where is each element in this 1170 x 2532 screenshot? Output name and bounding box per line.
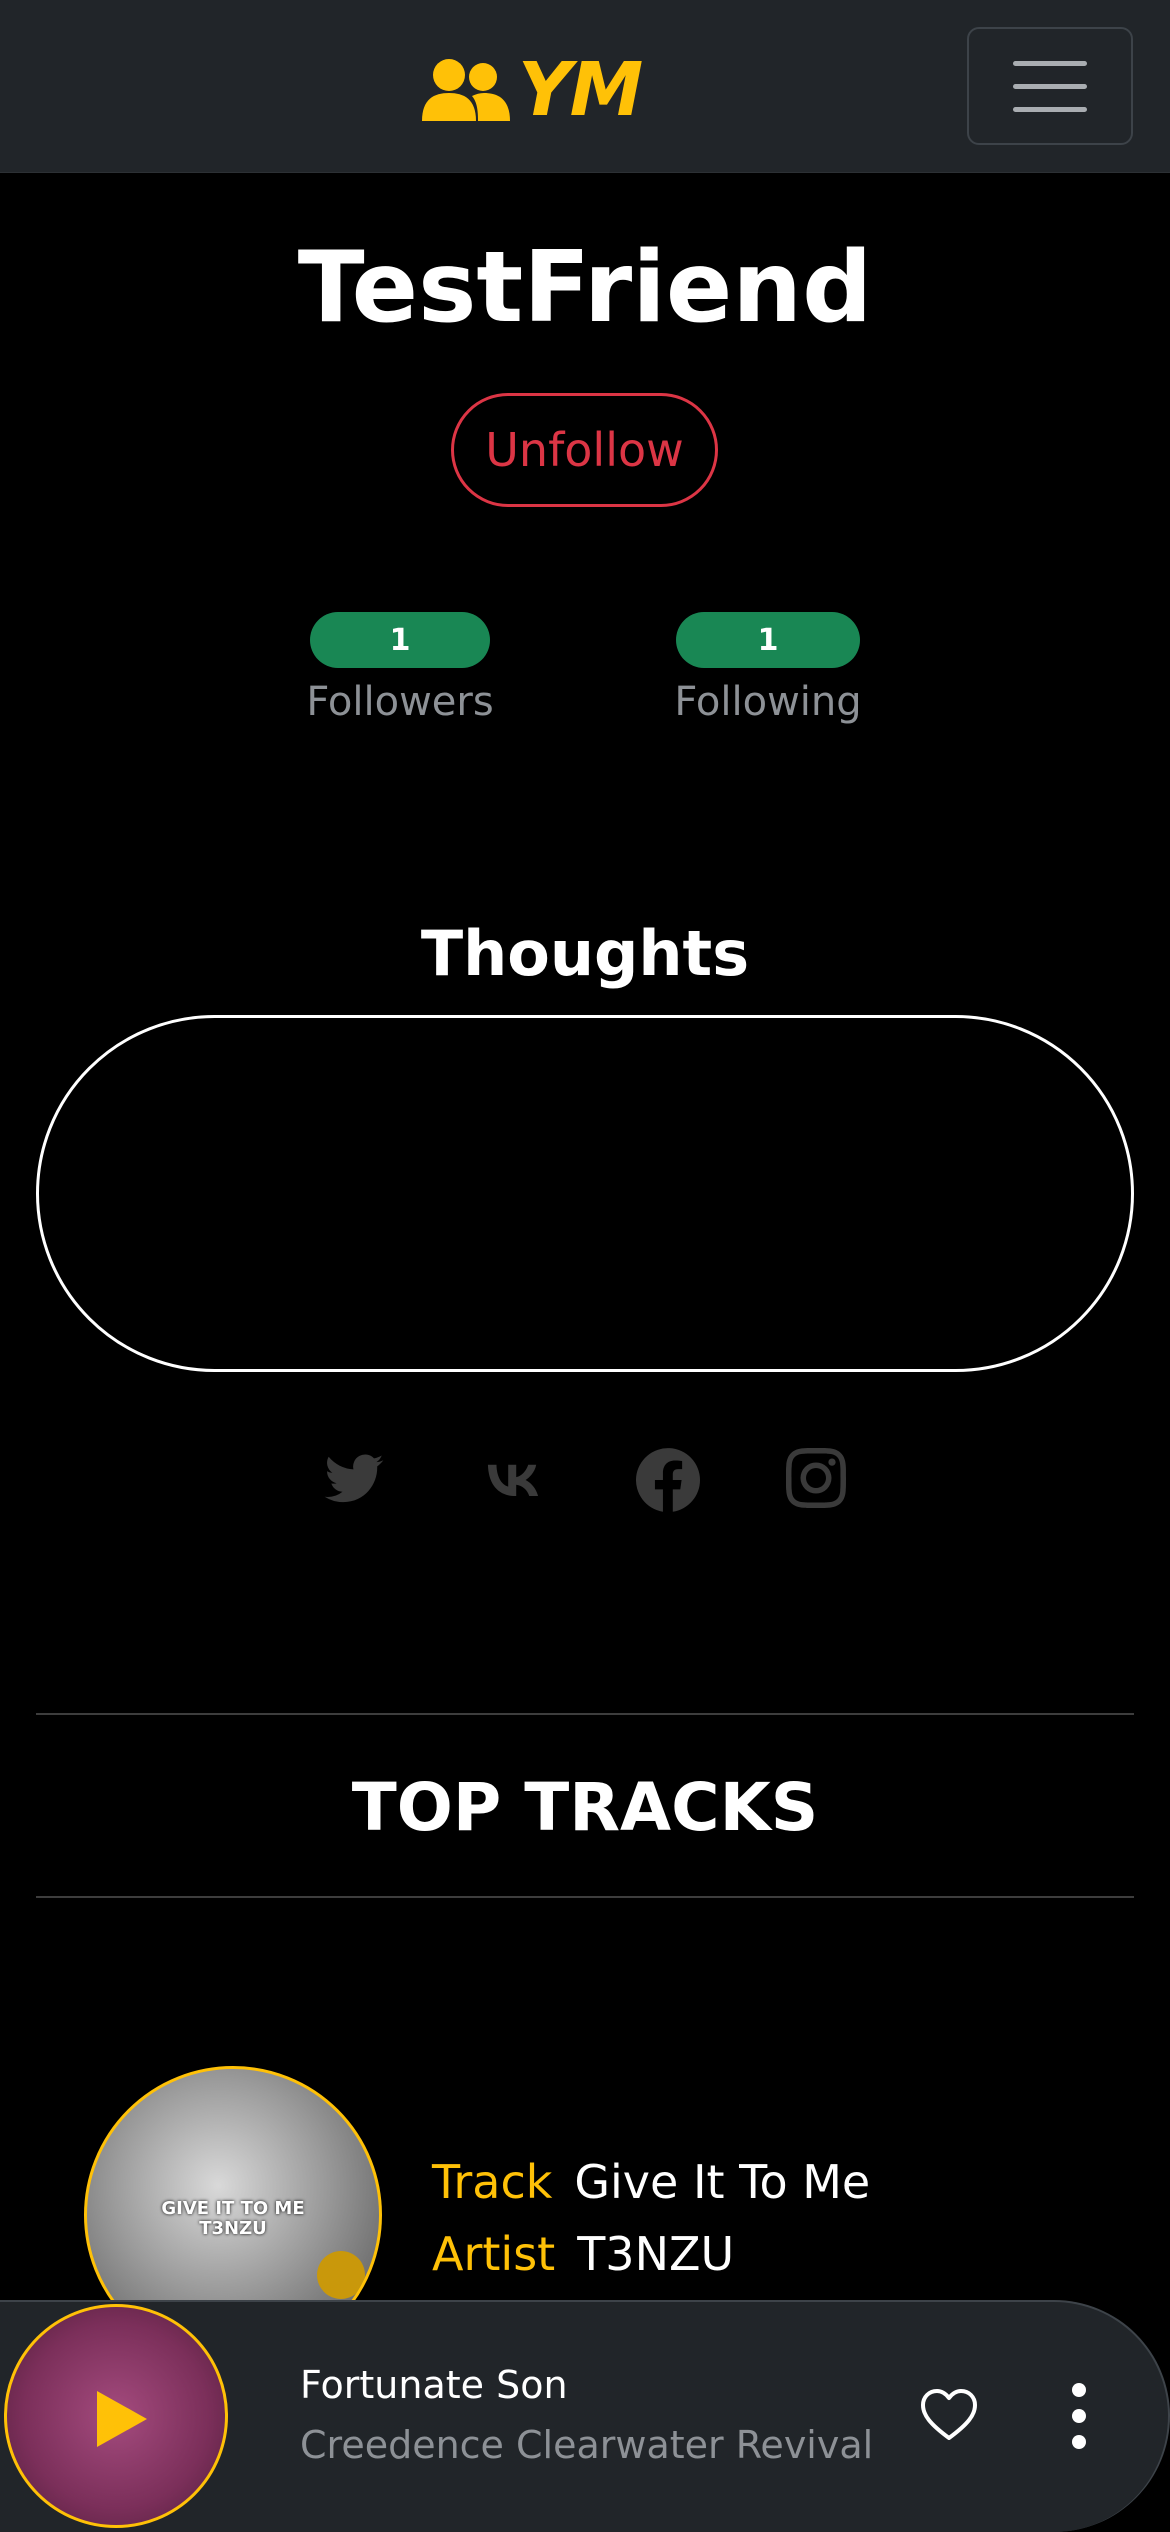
- followers-label: Followers: [306, 679, 494, 725]
- thoughts-title: Thoughts: [420, 917, 750, 990]
- play-icon[interactable]: [91, 2387, 151, 2451]
- track-name: Give It To Me: [574, 2155, 871, 2209]
- top-tracks-title: TOP TRACKS: [351, 1769, 819, 1846]
- more-vertical-icon[interactable]: [1064, 2380, 1094, 2452]
- users-icon: [422, 59, 510, 121]
- heart-icon[interactable]: [920, 2388, 978, 2442]
- following-count-badge: 1: [676, 612, 860, 668]
- track-name-row: Track Give It To Me: [432, 2152, 870, 2212]
- brand-text: YM: [518, 47, 643, 133]
- brand-logo[interactable]: YM: [420, 47, 643, 133]
- twitter-icon[interactable]: [322, 1448, 386, 1512]
- followers-stat[interactable]: 1 Followers: [300, 612, 500, 728]
- following-label: Following: [674, 679, 862, 725]
- vk-icon[interactable]: [478, 1448, 548, 1512]
- play-indicator[interactable]: [317, 2251, 365, 2299]
- facebook-icon[interactable]: [636, 1448, 701, 1512]
- profile-username: TestFriend: [297, 231, 873, 345]
- now-playing-artist: Creedence Clearwater Revival: [300, 2423, 874, 2467]
- divider-top: [36, 1713, 1134, 1715]
- artist-name: T3NZU: [577, 2227, 735, 2281]
- instagram-icon[interactable]: [786, 1448, 846, 1512]
- artist-name-row: Artist T3NZU: [432, 2224, 734, 2284]
- navbar: YM: [0, 0, 1170, 173]
- hamburger-menu-icon[interactable]: [967, 27, 1133, 145]
- now-playing-title: Fortunate Son: [300, 2363, 568, 2407]
- followers-count-badge: 1: [310, 612, 490, 668]
- unfollow-button[interactable]: Unfollow: [451, 393, 718, 507]
- following-stat[interactable]: 1 Following: [665, 612, 871, 728]
- track-key: Track: [432, 2155, 553, 2209]
- artist-key: Artist: [432, 2227, 556, 2281]
- cover-title: GIVE IT TO ME T3NZU: [161, 2198, 305, 2239]
- thoughts-box: [36, 1015, 1134, 1372]
- social-links: [0, 1448, 1170, 1518]
- now-playing-cover[interactable]: [4, 2304, 228, 2528]
- divider-bottom: [36, 1896, 1134, 1898]
